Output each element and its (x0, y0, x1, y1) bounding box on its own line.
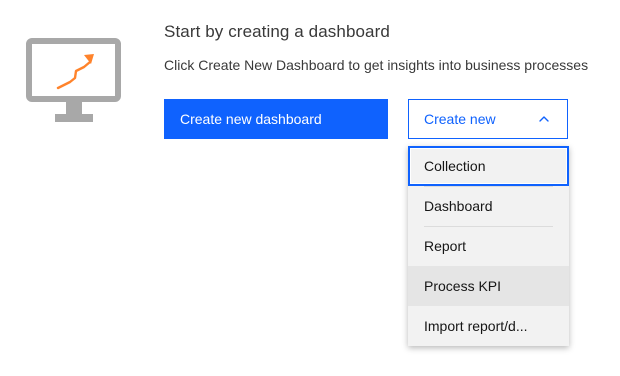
menu-item-report[interactable]: Report (408, 226, 569, 266)
create-new-menu: Collection Dashboard Report Process KPI … (408, 146, 569, 346)
create-new-dropdown-label: Create new (424, 111, 496, 127)
menu-item-import-report[interactable]: Import report/d... (408, 306, 569, 346)
create-new-dashboard-button[interactable]: Create new dashboard (164, 99, 388, 139)
monitor-base (55, 114, 93, 122)
empty-state-title: Start by creating a dashboard (164, 22, 390, 41)
menu-item-process-kpi[interactable]: Process KPI (408, 266, 569, 306)
menu-item-dashboard[interactable]: Dashboard (408, 186, 569, 226)
monitor-neck (66, 99, 82, 115)
menu-item-collection[interactable]: Collection (408, 146, 569, 186)
monitor-screen (35, 47, 112, 93)
monitor-growth-icon (26, 38, 121, 122)
empty-state-subtitle: Click Create New Dashboard to get insigh… (164, 57, 589, 73)
chevron-up-icon (539, 116, 549, 122)
create-new-dropdown[interactable]: Create new (408, 99, 568, 139)
